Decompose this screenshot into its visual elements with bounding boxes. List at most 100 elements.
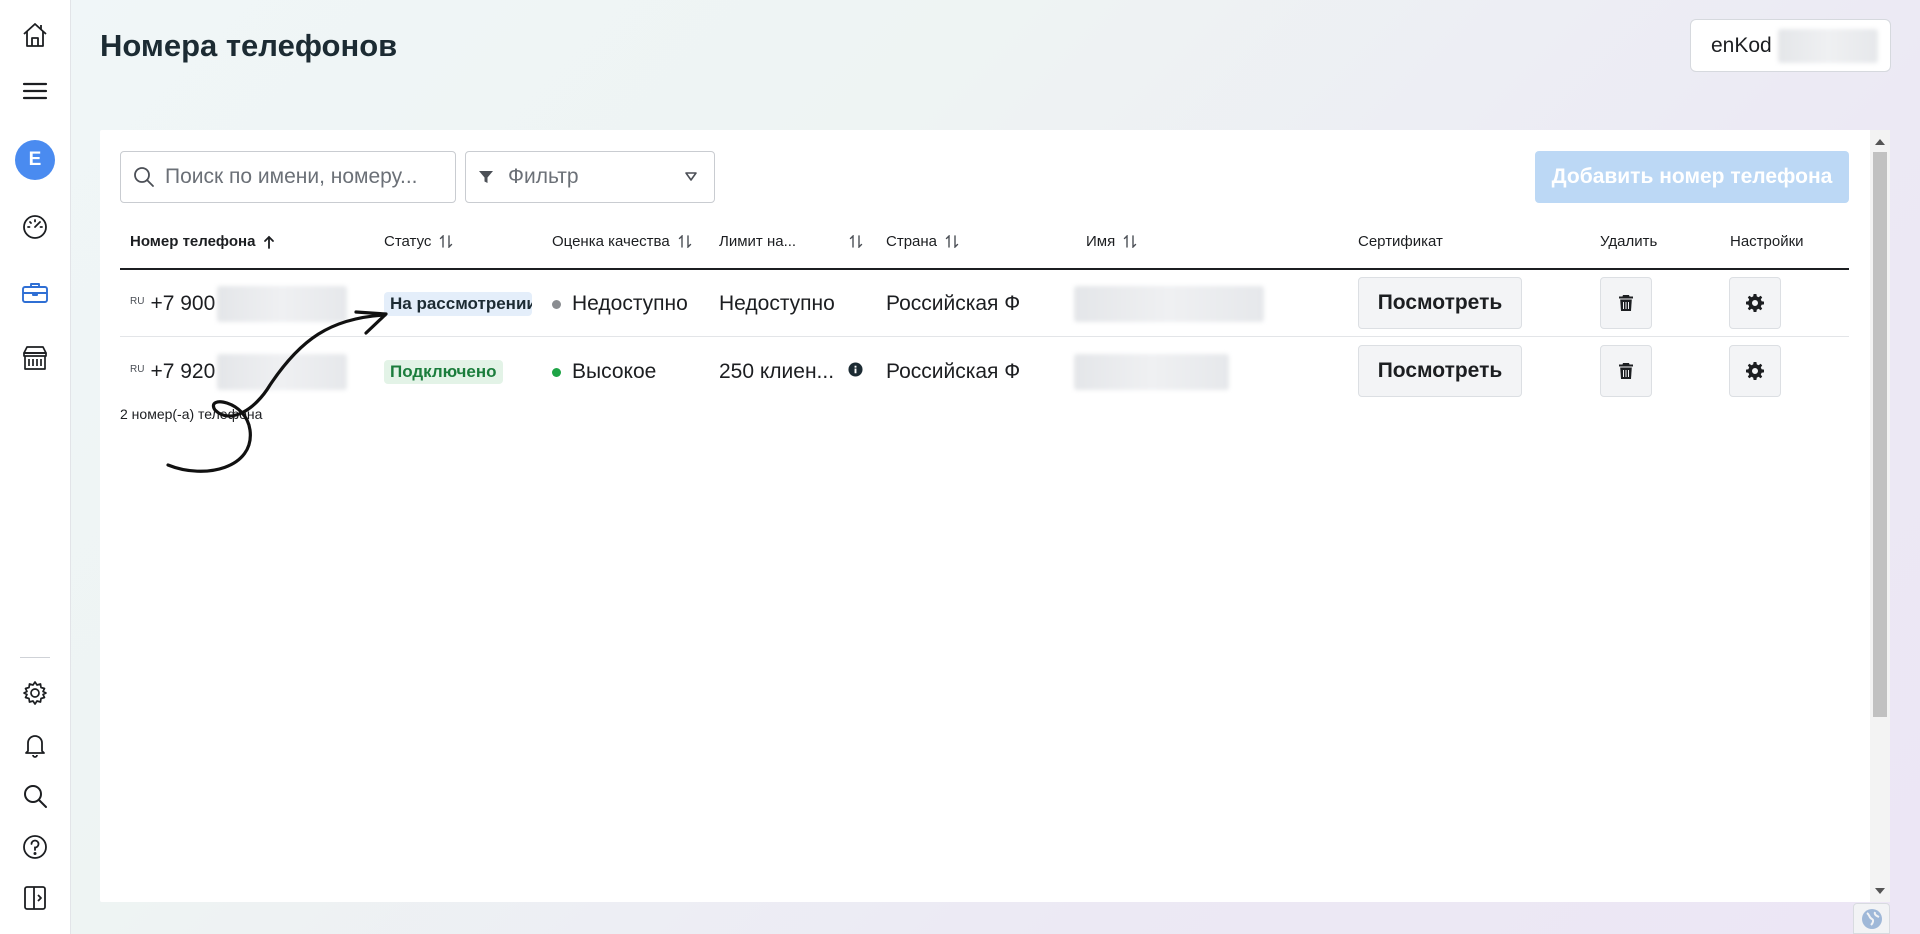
sidebar-item-toggle-panel[interactable]: [11, 874, 59, 922]
sidebar-item-home[interactable]: [11, 11, 59, 59]
search-icon: [24, 785, 47, 808]
scroll-up-arrow[interactable]: [1875, 139, 1885, 145]
delete-button[interactable]: [1600, 277, 1652, 329]
gear-icon: [23, 681, 47, 705]
column-header-delete: Удалить: [1600, 233, 1657, 250]
quality-dot: [552, 367, 561, 377]
scroll-thumb[interactable]: [1873, 152, 1887, 717]
funnel-icon: [479, 171, 493, 183]
column-header-status[interactable]: Статус: [384, 233, 453, 250]
view-certificate-button[interactable]: Посмотреть: [1358, 345, 1522, 397]
column-header-limit[interactable]: Лимит на...: [719, 233, 863, 250]
sort-ascending-icon: [264, 235, 275, 249]
sidebar-item-business-tools[interactable]: [11, 269, 59, 317]
search-input[interactable]: [165, 165, 445, 189]
sidebar-item-menu[interactable]: [11, 67, 59, 115]
sidebar-item-search[interactable]: [11, 772, 59, 820]
status-badge: На рассмотрении: [384, 292, 532, 316]
column-header-label: Настройки: [1730, 233, 1804, 250]
filter-dropdown[interactable]: Фильтр: [465, 151, 715, 203]
row-settings-button[interactable]: [1729, 277, 1781, 329]
name-cell: [1074, 352, 1229, 392]
limit-value: 250 клиен...: [719, 360, 835, 383]
status-cell: Подключено: [384, 352, 503, 392]
search-field[interactable]: [120, 151, 456, 203]
gear-icon: [1746, 362, 1764, 380]
status-cell: На рассмотрении: [384, 284, 532, 324]
quality-dot: [552, 299, 561, 309]
gauge-icon: [23, 215, 47, 239]
quality-cell: Недоступно: [552, 284, 688, 324]
name-redacted: [1074, 286, 1264, 322]
quality-cell: Высокое: [552, 352, 656, 392]
phone-cell: RU +7 900: [130, 284, 348, 324]
sort-icon: [440, 235, 453, 248]
phone-cell: RU +7 920: [130, 352, 348, 392]
sidebar-item-store[interactable]: [11, 334, 59, 382]
chevron-down-icon: [685, 172, 697, 181]
status-badge: Подключено: [384, 360, 503, 384]
country-code: RU: [130, 295, 145, 307]
column-header-label: Лимит на...: [719, 233, 797, 250]
scroll-down-arrow[interactable]: [1875, 888, 1885, 894]
phone-number: +7 920: [150, 360, 216, 383]
quality-value: Высокое: [572, 360, 657, 383]
panel-toggle-icon: [24, 886, 46, 910]
limit-cell: Недоступно: [719, 284, 835, 324]
row-settings-button[interactable]: [1729, 345, 1781, 397]
sidebar-item-notifications[interactable]: [11, 721, 59, 769]
phone-redacted: [217, 286, 348, 322]
quality-value: Недоступно: [572, 292, 688, 315]
column-header-phone[interactable]: Номер телефона: [130, 233, 275, 250]
column-header-label: Страна: [886, 233, 938, 250]
search-icon: [134, 167, 154, 187]
view-certificate-button[interactable]: Посмотреть: [1358, 277, 1522, 329]
delete-button[interactable]: [1600, 345, 1652, 397]
row-divider: [120, 336, 1849, 337]
avatar: E: [15, 140, 55, 180]
country-cell: Российская Ф: [886, 284, 1020, 324]
sidebar-divider: [20, 657, 50, 658]
sidebar-item-settings[interactable]: [11, 669, 59, 717]
limit-cell: 250 клиен...: [719, 352, 863, 392]
account-switcher[interactable]: enKod: [1690, 19, 1891, 72]
trash-icon: [1619, 363, 1633, 379]
globe-icon: [1861, 908, 1882, 929]
help-icon: [23, 835, 47, 859]
sort-icon: [1124, 235, 1137, 248]
limit-value: Недоступно: [719, 292, 835, 315]
column-header-certificate: Сертификат: [1358, 233, 1443, 250]
phone-count: 2 номер(-а) телефона: [120, 406, 263, 422]
country-value: Российская Ф: [886, 360, 1021, 383]
column-header-label: Имя: [1086, 233, 1116, 250]
storefront-icon: [23, 346, 47, 370]
vertical-scrollbar[interactable]: [1870, 130, 1890, 902]
sidebar-item-account[interactable]: E: [11, 136, 59, 184]
country-value: Российская Ф: [886, 292, 1021, 315]
page-title: Номера телефонов: [100, 28, 398, 63]
table-header-divider: [120, 268, 1849, 270]
hamburger-icon: [22, 82, 48, 100]
sort-icon: [678, 235, 691, 248]
phone-redacted: [217, 354, 348, 390]
column-header-label: Статус: [384, 233, 432, 250]
phone-number: +7 900: [150, 292, 216, 315]
sidebar-item-dashboard[interactable]: [11, 203, 59, 251]
column-header-label: Номер телефона: [130, 233, 256, 250]
column-header-name[interactable]: Имя: [1086, 233, 1137, 250]
filter-label: Фильтр: [508, 165, 579, 188]
country-code: RU: [130, 363, 145, 375]
home-icon: [23, 23, 47, 47]
column-header-quality[interactable]: Оценка качества: [552, 233, 692, 250]
column-header-country[interactable]: Страна: [886, 233, 959, 250]
sidebar: E: [0, 0, 71, 934]
briefcase-icon: [22, 283, 48, 303]
gear-icon: [1746, 294, 1764, 312]
info-icon[interactable]: [848, 361, 863, 377]
add-phone-number-button[interactable]: Добавить номер телефона: [1535, 151, 1849, 203]
name-redacted: [1074, 354, 1229, 390]
country-cell: Российская Ф: [886, 352, 1020, 392]
sidebar-item-help[interactable]: [11, 823, 59, 871]
column-header-label: Удалить: [1600, 233, 1658, 250]
language-button[interactable]: [1853, 903, 1890, 934]
